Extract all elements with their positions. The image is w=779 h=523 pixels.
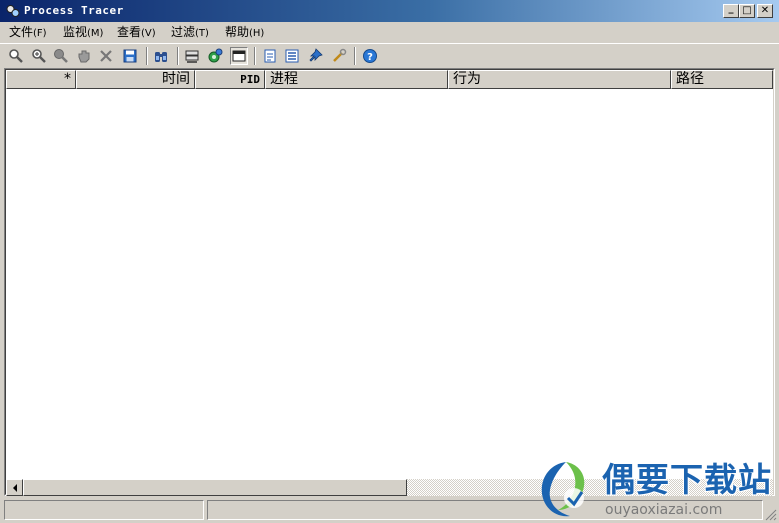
filter-button[interactable] bbox=[183, 47, 201, 65]
watermark-logo-icon bbox=[541, 462, 585, 517]
zoom-in-icon bbox=[32, 49, 46, 63]
maximize-button[interactable]: □ bbox=[739, 4, 755, 18]
watermark-url: ouyaoxiazai.com bbox=[605, 502, 723, 518]
toolbar: ? bbox=[0, 43, 779, 68]
event-list-inner: * 时间 PID 进程 行为 路径 bbox=[5, 69, 774, 496]
column-header-pid[interactable]: PID bbox=[195, 70, 265, 89]
filter-icon bbox=[185, 50, 199, 63]
column-header-action[interactable]: 行为 bbox=[448, 70, 671, 89]
list-button[interactable] bbox=[283, 47, 301, 65]
column-header-star[interactable]: * bbox=[6, 70, 76, 89]
search-dim-icon bbox=[54, 49, 68, 63]
delete-icon bbox=[100, 50, 112, 62]
column-header-path[interactable]: 路径 bbox=[671, 70, 773, 89]
search-button[interactable] bbox=[7, 47, 25, 65]
menu-view[interactable]: 查看(V) bbox=[117, 25, 156, 41]
toolbar-separator bbox=[177, 47, 179, 65]
process-button[interactable] bbox=[206, 47, 224, 65]
tools-button[interactable] bbox=[330, 47, 348, 65]
close-button[interactable]: ✕ bbox=[757, 4, 773, 18]
app-icon bbox=[6, 5, 20, 17]
search-dim-button[interactable] bbox=[52, 47, 70, 65]
window-view-icon bbox=[232, 50, 246, 62]
window-view-button[interactable] bbox=[230, 47, 248, 65]
hand-button[interactable] bbox=[75, 47, 93, 65]
svg-text:?: ? bbox=[367, 52, 373, 63]
help-icon: ? bbox=[363, 49, 377, 63]
delete-button[interactable] bbox=[97, 47, 115, 65]
list-icon bbox=[285, 49, 299, 63]
search-icon bbox=[9, 49, 23, 63]
toolbar-separator bbox=[254, 47, 256, 65]
status-pane-1 bbox=[4, 500, 204, 520]
column-header-time[interactable]: 时间 bbox=[76, 70, 195, 89]
menu-help[interactable]: 帮助(H) bbox=[225, 25, 264, 41]
toolbar-separator bbox=[146, 47, 148, 65]
title-bar[interactable]: Process Tracer _ □ ✕ bbox=[0, 0, 779, 22]
tools-icon bbox=[333, 48, 347, 62]
watermark: 偶要下载站 ouyaoxiazai.com bbox=[536, 458, 779, 523]
save-button[interactable] bbox=[121, 47, 139, 65]
column-header: * 时间 PID 进程 行为 路径 bbox=[6, 70, 773, 89]
pin-button[interactable] bbox=[306, 47, 324, 65]
zoom-in-button[interactable] bbox=[30, 47, 48, 65]
menu-file[interactable]: 文件(F) bbox=[9, 25, 47, 41]
arrow-left-icon bbox=[12, 483, 17, 492]
save-icon bbox=[123, 49, 137, 63]
find-icon bbox=[155, 52, 167, 62]
hand-icon bbox=[78, 50, 90, 63]
help-button[interactable]: ? bbox=[361, 47, 379, 65]
document-icon bbox=[264, 49, 276, 63]
pin-icon bbox=[309, 48, 323, 62]
minimize-button[interactable]: _ bbox=[723, 4, 739, 18]
toolbar-separator bbox=[354, 47, 356, 65]
event-list[interactable]: * 时间 PID 进程 行为 路径 bbox=[4, 68, 775, 496]
watermark-title: 偶要下载站 bbox=[602, 460, 772, 499]
menu-bar: 文件(F) 监视(M) 查看(V) 过滤(T) 帮助(H) bbox=[0, 22, 779, 42]
scroll-thumb[interactable] bbox=[23, 479, 407, 496]
scroll-left-button[interactable] bbox=[6, 479, 23, 496]
column-header-process[interactable]: 进程 bbox=[265, 70, 448, 89]
document-button[interactable] bbox=[261, 47, 279, 65]
menu-monitor[interactable]: 监视(M) bbox=[63, 25, 103, 41]
window-title: Process Tracer bbox=[24, 4, 124, 17]
process-icon bbox=[208, 48, 223, 63]
find-button[interactable] bbox=[152, 47, 170, 65]
menu-filter[interactable]: 过滤(T) bbox=[171, 25, 209, 41]
